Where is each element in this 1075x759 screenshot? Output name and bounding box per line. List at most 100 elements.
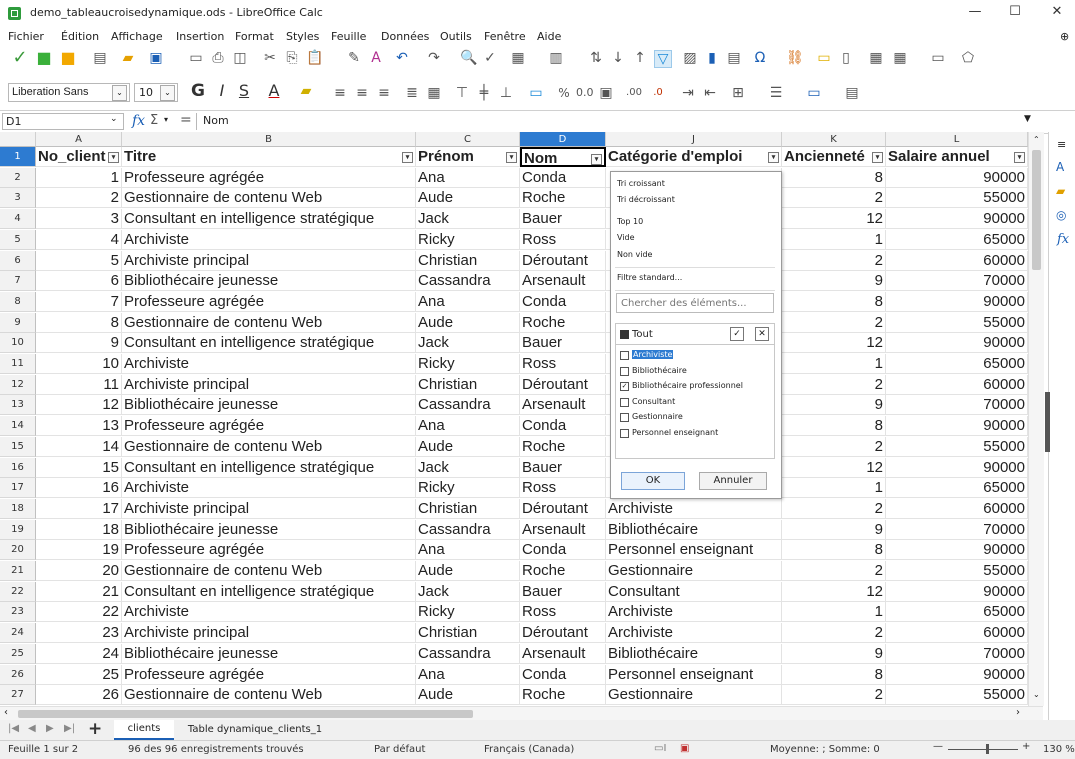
borders-icon[interactable]: ⊞: [730, 85, 746, 101]
data-cell[interactable]: 12: [782, 333, 886, 353]
data-cell[interactable]: 2: [782, 188, 886, 208]
data-cell[interactable]: 60000: [886, 623, 1028, 643]
horizontal-scrollbar[interactable]: ‹ ›: [0, 706, 1043, 721]
all-checkbox[interactable]: [620, 330, 629, 339]
zoom-in-icon[interactable]: +: [1022, 741, 1030, 752]
column-header-a[interactable]: A: [36, 132, 122, 147]
special-character-icon[interactable]: Ω: [752, 50, 768, 66]
data-cell[interactable]: Professeure agrégée: [122, 540, 416, 560]
data-cell[interactable]: Archiviste: [606, 623, 782, 643]
define-print-area-icon[interactable]: ▦: [868, 50, 884, 66]
filter-item-label[interactable]: Personnel enseignant: [632, 428, 718, 437]
data-cell[interactable]: Ricky: [416, 354, 520, 374]
conditional-format-icon[interactable]: ▤: [844, 85, 860, 101]
data-cell[interactable]: 90000: [886, 292, 1028, 312]
data-cell[interactable]: Aude: [416, 188, 520, 208]
previous-sheet-icon[interactable]: ◀: [28, 723, 36, 734]
autofilter-button-icon[interactable]: ▾: [768, 152, 779, 163]
data-cell[interactable]: Arsenault: [520, 271, 606, 291]
row-header[interactable]: 8: [0, 292, 36, 312]
data-cell[interactable]: 5: [36, 251, 122, 271]
decrease-indent-icon[interactable]: ⇤: [702, 85, 718, 101]
align-top-icon[interactable]: ⊤: [454, 85, 470, 101]
align-middle-icon[interactable]: ╪: [476, 85, 492, 101]
row-header[interactable]: 21: [0, 561, 36, 581]
data-cell[interactable]: Archiviste: [122, 230, 416, 250]
add-decimal-icon[interactable]: .00: [626, 85, 642, 101]
data-cell[interactable]: Déroutant: [520, 499, 606, 519]
data-cell[interactable]: 90000: [886, 582, 1028, 602]
row-header[interactable]: 10: [0, 333, 36, 353]
data-cell[interactable]: Consultant en intelligence stratégique: [122, 333, 416, 353]
data-cell[interactable]: 55000: [886, 313, 1028, 333]
zoom-thumb[interactable]: [986, 744, 989, 754]
data-cell[interactable]: 12: [782, 209, 886, 229]
data-cell[interactable]: Bauer: [520, 333, 606, 353]
data-cell[interactable]: 10: [36, 354, 122, 374]
data-cell[interactable]: 8: [782, 665, 886, 685]
data-cell[interactable]: Bauer: [520, 458, 606, 478]
not-empty-item[interactable]: Non vide: [617, 250, 652, 259]
data-cell[interactable]: Déroutant: [520, 623, 606, 643]
select-all-icon[interactable]: ✓: [730, 327, 744, 341]
data-cell[interactable]: Bauer: [520, 582, 606, 602]
data-cell[interactable]: Ricky: [416, 602, 520, 622]
data-cell[interactable]: Archiviste: [122, 602, 416, 622]
data-cell[interactable]: 90000: [886, 665, 1028, 685]
header-cell[interactable]: Salaire annuel ▾: [886, 147, 1028, 167]
data-cell[interactable]: 55000: [886, 685, 1028, 705]
header-cell[interactable]: Catégorie d'emploi ▾: [606, 147, 782, 167]
row-header[interactable]: 19: [0, 520, 36, 540]
styles-icon[interactable]: ▰: [1056, 184, 1065, 198]
data-cell[interactable]: Cassandra: [416, 520, 520, 540]
data-cell[interactable]: Aude: [416, 437, 520, 457]
column-header-b[interactable]: B: [122, 132, 416, 147]
filter-item-checkbox[interactable]: [620, 413, 629, 422]
data-cell[interactable]: Archiviste: [606, 602, 782, 622]
data-cell[interactable]: Consultant en intelligence stratégique: [122, 582, 416, 602]
data-cell[interactable]: 70000: [886, 644, 1028, 664]
filter-item-label[interactable]: Bibliothécaire professionnel: [632, 381, 743, 390]
print-preview-icon[interactable]: ◫: [232, 50, 248, 66]
data-cell[interactable]: Consultant: [606, 582, 782, 602]
row-header[interactable]: 5: [0, 230, 36, 250]
check-icon[interactable]: ✓: [12, 49, 28, 67]
empty-item[interactable]: Vide: [617, 233, 635, 242]
zoom-percent[interactable]: 130 %: [1043, 744, 1075, 755]
wrap-text-icon[interactable]: ≣: [404, 85, 420, 101]
data-cell[interactable]: Roche: [520, 685, 606, 705]
italic-icon[interactable]: I: [214, 83, 230, 99]
data-cell[interactable]: 2: [36, 188, 122, 208]
data-cell[interactable]: Conda: [520, 665, 606, 685]
row-header[interactable]: 23: [0, 602, 36, 622]
filter-item-label[interactable]: Consultant: [632, 397, 675, 406]
autofilter-button-icon[interactable]: ▾: [872, 152, 883, 163]
row-header[interactable]: 4: [0, 209, 36, 229]
data-cell[interactable]: Archiviste principal: [122, 623, 416, 643]
row-header[interactable]: 1: [0, 147, 36, 167]
column-header-k[interactable]: K: [782, 132, 886, 147]
data-cell[interactable]: 65000: [886, 354, 1028, 374]
print-icon[interactable]: ⎙: [210, 50, 226, 66]
data-cell[interactable]: 2: [782, 499, 886, 519]
data-cell[interactable]: Arsenault: [520, 520, 606, 540]
data-cell[interactable]: 23: [36, 623, 122, 643]
first-sheet-icon[interactable]: |◀: [8, 723, 19, 734]
sum-dropdown-icon[interactable]: ▾: [164, 115, 168, 124]
menu-format[interactable]: Format: [235, 30, 274, 43]
top10-item[interactable]: Top 10: [617, 217, 643, 226]
minimize-button[interactable]: —: [960, 2, 990, 22]
data-cell[interactable]: 65000: [886, 602, 1028, 622]
data-cell[interactable]: Roche: [520, 313, 606, 333]
data-cell[interactable]: Bibliothécaire jeunesse: [122, 271, 416, 291]
properties-icon[interactable]: A: [1056, 160, 1064, 174]
formula-input[interactable]: Nom: [196, 113, 1038, 130]
percent-format-icon[interactable]: %: [556, 85, 572, 101]
navigator-icon[interactable]: ◎: [1056, 208, 1066, 222]
data-cell[interactable]: Jack: [416, 209, 520, 229]
data-cell[interactable]: Jack: [416, 333, 520, 353]
row-header[interactable]: 7: [0, 271, 36, 291]
header-cell[interactable]: Nom ▾: [520, 147, 606, 167]
menu-fichier[interactable]: Fichier: [8, 30, 44, 43]
data-cell[interactable]: 15: [36, 458, 122, 478]
